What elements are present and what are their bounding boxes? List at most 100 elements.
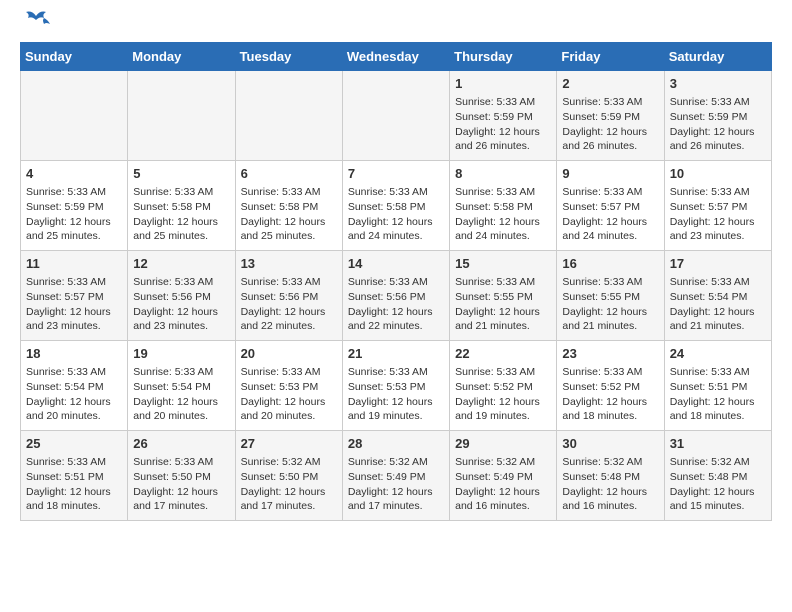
day-info: Daylight: 12 hours bbox=[562, 215, 658, 230]
weekday-header-saturday: Saturday bbox=[664, 43, 771, 71]
day-info: Sunset: 5:57 PM bbox=[562, 200, 658, 215]
day-info: Sunset: 5:49 PM bbox=[348, 470, 444, 485]
calendar-cell: 1Sunrise: 5:33 AMSunset: 5:59 PMDaylight… bbox=[450, 71, 557, 161]
day-info: Sunset: 5:48 PM bbox=[562, 470, 658, 485]
day-info: Sunrise: 5:33 AM bbox=[455, 365, 551, 380]
weekday-header-thursday: Thursday bbox=[450, 43, 557, 71]
day-info: Sunrise: 5:32 AM bbox=[562, 455, 658, 470]
day-info: Daylight: 12 hours bbox=[562, 125, 658, 140]
day-info: Sunrise: 5:32 AM bbox=[670, 455, 766, 470]
day-info: and 25 minutes. bbox=[241, 229, 337, 244]
day-info: and 18 minutes. bbox=[670, 409, 766, 424]
day-info: Sunset: 5:48 PM bbox=[670, 470, 766, 485]
day-number: 28 bbox=[348, 435, 444, 453]
day-info: Sunset: 5:57 PM bbox=[26, 290, 122, 305]
day-info: Sunrise: 5:33 AM bbox=[562, 95, 658, 110]
day-info: Sunrise: 5:33 AM bbox=[348, 185, 444, 200]
day-info: and 23 minutes. bbox=[670, 229, 766, 244]
calendar-week-row: 11Sunrise: 5:33 AMSunset: 5:57 PMDayligh… bbox=[21, 251, 772, 341]
day-info: Sunset: 5:54 PM bbox=[670, 290, 766, 305]
day-info: and 19 minutes. bbox=[455, 409, 551, 424]
day-info: Daylight: 12 hours bbox=[133, 485, 229, 500]
page-header bbox=[20, 20, 772, 32]
calendar-cell: 15Sunrise: 5:33 AMSunset: 5:55 PMDayligh… bbox=[450, 251, 557, 341]
calendar-cell: 14Sunrise: 5:33 AMSunset: 5:56 PMDayligh… bbox=[342, 251, 449, 341]
calendar-table: SundayMondayTuesdayWednesdayThursdayFrid… bbox=[20, 42, 772, 521]
day-number: 30 bbox=[562, 435, 658, 453]
day-info: Daylight: 12 hours bbox=[562, 485, 658, 500]
day-number: 19 bbox=[133, 345, 229, 363]
day-info: Sunrise: 5:33 AM bbox=[241, 275, 337, 290]
day-info: Sunrise: 5:33 AM bbox=[670, 185, 766, 200]
day-number: 31 bbox=[670, 435, 766, 453]
day-number: 6 bbox=[241, 165, 337, 183]
weekday-header-row: SundayMondayTuesdayWednesdayThursdayFrid… bbox=[21, 43, 772, 71]
day-info: Sunrise: 5:33 AM bbox=[241, 185, 337, 200]
day-info: Sunrise: 5:32 AM bbox=[348, 455, 444, 470]
day-info: and 15 minutes. bbox=[670, 499, 766, 514]
day-info: Sunset: 5:58 PM bbox=[455, 200, 551, 215]
day-number: 23 bbox=[562, 345, 658, 363]
calendar-cell bbox=[128, 71, 235, 161]
calendar-cell: 12Sunrise: 5:33 AMSunset: 5:56 PMDayligh… bbox=[128, 251, 235, 341]
day-info: Daylight: 12 hours bbox=[26, 485, 122, 500]
day-info: Sunrise: 5:33 AM bbox=[670, 95, 766, 110]
calendar-cell: 5Sunrise: 5:33 AMSunset: 5:58 PMDaylight… bbox=[128, 161, 235, 251]
day-info: Daylight: 12 hours bbox=[670, 125, 766, 140]
weekday-header-monday: Monday bbox=[128, 43, 235, 71]
day-info: Sunrise: 5:32 AM bbox=[455, 455, 551, 470]
day-info: and 19 minutes. bbox=[348, 409, 444, 424]
day-info: Sunrise: 5:33 AM bbox=[670, 365, 766, 380]
day-info: and 16 minutes. bbox=[455, 499, 551, 514]
day-info: Daylight: 12 hours bbox=[348, 215, 444, 230]
calendar-cell: 8Sunrise: 5:33 AMSunset: 5:58 PMDaylight… bbox=[450, 161, 557, 251]
calendar-cell: 21Sunrise: 5:33 AMSunset: 5:53 PMDayligh… bbox=[342, 341, 449, 431]
day-info: Sunrise: 5:33 AM bbox=[670, 275, 766, 290]
day-info: Sunrise: 5:33 AM bbox=[133, 455, 229, 470]
day-info: Sunrise: 5:33 AM bbox=[562, 365, 658, 380]
calendar-cell: 16Sunrise: 5:33 AMSunset: 5:55 PMDayligh… bbox=[557, 251, 664, 341]
day-info: and 23 minutes. bbox=[26, 319, 122, 334]
day-info: Daylight: 12 hours bbox=[348, 395, 444, 410]
day-info: Sunset: 5:56 PM bbox=[133, 290, 229, 305]
day-info: Daylight: 12 hours bbox=[241, 485, 337, 500]
calendar-cell: 4Sunrise: 5:33 AMSunset: 5:59 PMDaylight… bbox=[21, 161, 128, 251]
day-number: 12 bbox=[133, 255, 229, 273]
day-info: Daylight: 12 hours bbox=[133, 305, 229, 320]
calendar-cell: 27Sunrise: 5:32 AMSunset: 5:50 PMDayligh… bbox=[235, 431, 342, 521]
day-number: 7 bbox=[348, 165, 444, 183]
day-info: Sunrise: 5:32 AM bbox=[241, 455, 337, 470]
day-info: and 17 minutes. bbox=[133, 499, 229, 514]
day-info: Sunrise: 5:33 AM bbox=[455, 275, 551, 290]
day-info: Sunset: 5:57 PM bbox=[670, 200, 766, 215]
day-info: Sunset: 5:49 PM bbox=[455, 470, 551, 485]
day-info: Daylight: 12 hours bbox=[26, 395, 122, 410]
day-info: Sunrise: 5:33 AM bbox=[26, 365, 122, 380]
day-info: Daylight: 12 hours bbox=[455, 125, 551, 140]
calendar-cell: 25Sunrise: 5:33 AMSunset: 5:51 PMDayligh… bbox=[21, 431, 128, 521]
day-number: 24 bbox=[670, 345, 766, 363]
day-info: Sunset: 5:50 PM bbox=[241, 470, 337, 485]
day-info: and 24 minutes. bbox=[455, 229, 551, 244]
day-number: 3 bbox=[670, 75, 766, 93]
day-info: Sunset: 5:59 PM bbox=[562, 110, 658, 125]
day-info: and 21 minutes. bbox=[455, 319, 551, 334]
day-info: Daylight: 12 hours bbox=[670, 395, 766, 410]
weekday-header-friday: Friday bbox=[557, 43, 664, 71]
calendar-cell: 2Sunrise: 5:33 AMSunset: 5:59 PMDaylight… bbox=[557, 71, 664, 161]
day-info: Sunset: 5:58 PM bbox=[133, 200, 229, 215]
day-number: 26 bbox=[133, 435, 229, 453]
calendar-cell bbox=[235, 71, 342, 161]
day-number: 21 bbox=[348, 345, 444, 363]
calendar-cell: 10Sunrise: 5:33 AMSunset: 5:57 PMDayligh… bbox=[664, 161, 771, 251]
day-info: Daylight: 12 hours bbox=[241, 395, 337, 410]
day-info: Sunset: 5:54 PM bbox=[133, 380, 229, 395]
day-info: and 18 minutes. bbox=[562, 409, 658, 424]
day-info: Sunrise: 5:33 AM bbox=[26, 185, 122, 200]
day-info: Sunrise: 5:33 AM bbox=[455, 185, 551, 200]
day-number: 22 bbox=[455, 345, 551, 363]
day-info: Daylight: 12 hours bbox=[241, 215, 337, 230]
day-info: Sunset: 5:59 PM bbox=[26, 200, 122, 215]
day-info: Sunset: 5:51 PM bbox=[670, 380, 766, 395]
day-info: Daylight: 12 hours bbox=[670, 215, 766, 230]
